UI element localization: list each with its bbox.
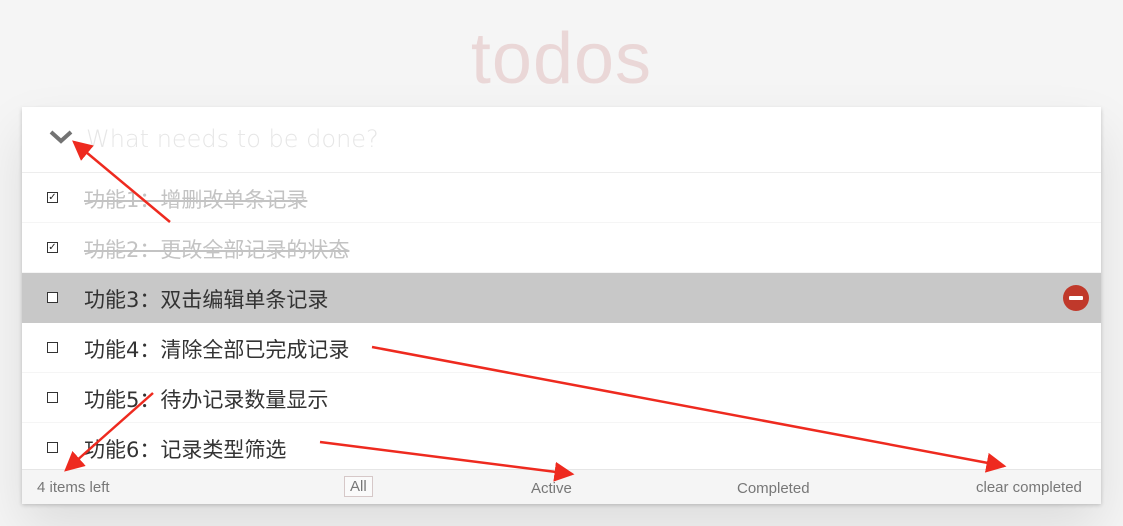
todo-label[interactable]: 功能4：清除全部已完成记录 bbox=[84, 334, 349, 364]
todo-item[interactable]: 功能6：记录类型筛选 bbox=[22, 423, 1101, 473]
delete-todo-button[interactable] bbox=[1063, 285, 1089, 311]
todo-label[interactable]: 功能5：待办记录数量显示 bbox=[84, 384, 328, 414]
footer: 4 items left All Active Completed clear … bbox=[22, 469, 1101, 504]
todo-app: ✓ 功能1：增删改单条记录 ✓ 功能2：更改全部记录的状态 功能3：双击编辑单条… bbox=[22, 107, 1101, 504]
todo-item[interactable]: 功能3：双击编辑单条记录 bbox=[22, 273, 1101, 323]
chevron-down-icon bbox=[48, 126, 74, 151]
filter-active[interactable]: Active bbox=[531, 480, 572, 497]
todo-item[interactable]: 功能4：清除全部已完成记录 bbox=[22, 323, 1101, 373]
todo-checkbox[interactable] bbox=[47, 392, 58, 403]
filter-all[interactable]: All bbox=[344, 476, 373, 497]
todo-item[interactable]: ✓ 功能2：更改全部记录的状态 bbox=[22, 223, 1101, 273]
todo-checkbox[interactable]: ✓ bbox=[47, 192, 58, 203]
app-title: todos bbox=[470, 19, 653, 99]
todo-checkbox[interactable]: ✓ bbox=[47, 242, 58, 253]
header bbox=[22, 107, 1101, 173]
todo-item[interactable]: ✓ 功能1：增删改单条记录 bbox=[22, 173, 1101, 223]
todo-item[interactable]: 功能5：待办记录数量显示 bbox=[22, 373, 1101, 423]
todo-checkbox[interactable] bbox=[47, 292, 58, 303]
clear-completed-button[interactable]: clear completed bbox=[976, 479, 1082, 496]
filter-completed[interactable]: Completed bbox=[737, 480, 810, 497]
todo-label[interactable]: 功能2：更改全部记录的状态 bbox=[84, 234, 349, 264]
todo-label[interactable]: 功能1：增删改单条记录 bbox=[84, 184, 307, 214]
new-todo-input[interactable] bbox=[86, 119, 1046, 159]
todo-list: ✓ 功能1：增删改单条记录 ✓ 功能2：更改全部记录的状态 功能3：双击编辑单条… bbox=[22, 173, 1101, 473]
todo-checkbox[interactable] bbox=[47, 342, 58, 353]
todo-label[interactable]: 功能6：记录类型筛选 bbox=[84, 434, 286, 464]
toggle-all-button[interactable] bbox=[46, 127, 76, 151]
todo-checkbox[interactable] bbox=[47, 442, 58, 453]
items-left-count: 4 items left bbox=[37, 479, 110, 496]
todo-label[interactable]: 功能3：双击编辑单条记录 bbox=[84, 284, 328, 314]
